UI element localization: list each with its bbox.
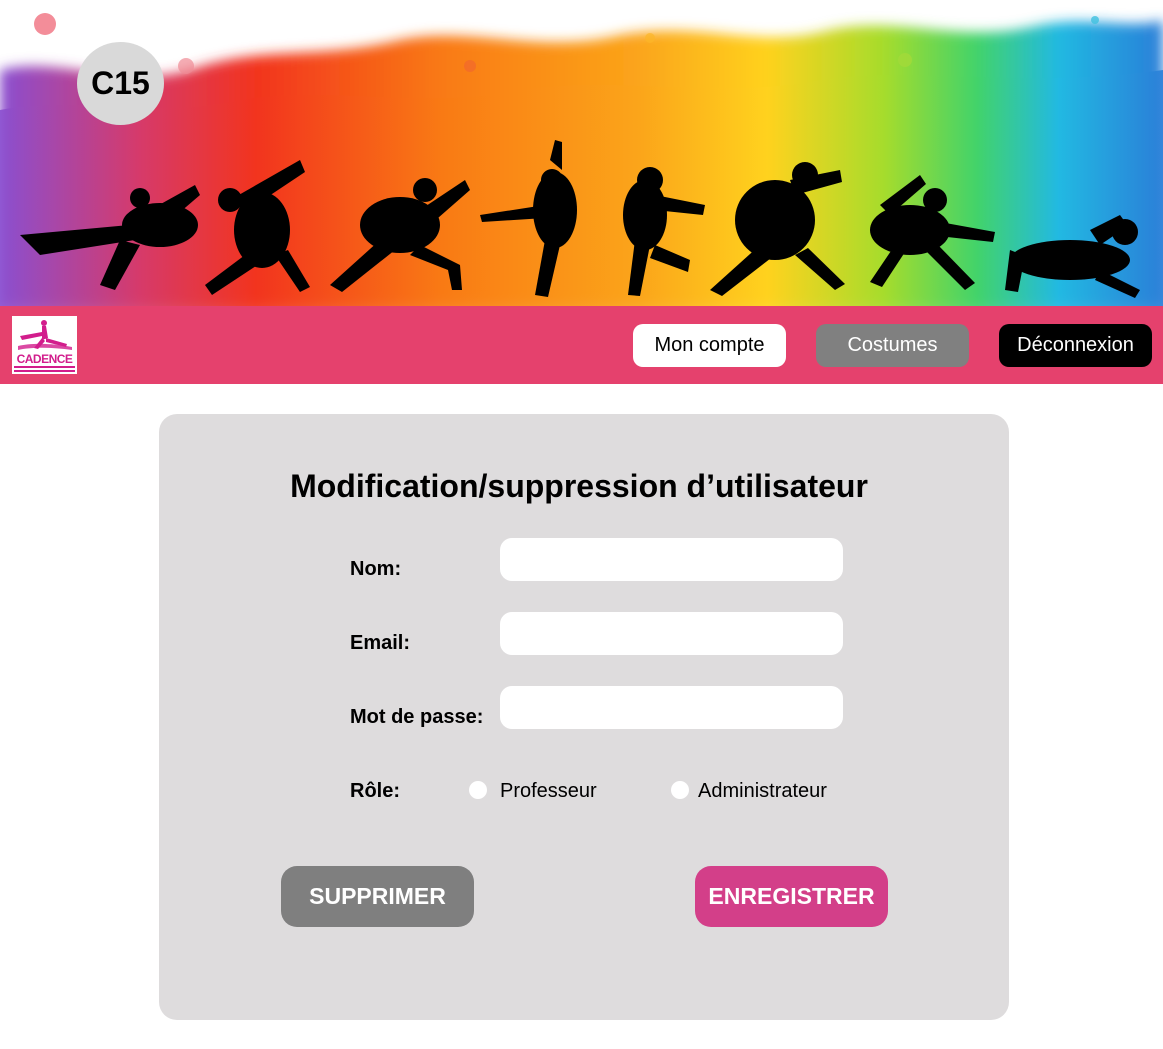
role-option-professeur[interactable]: Professeur — [500, 780, 597, 803]
password-field[interactable] — [500, 686, 843, 729]
role-option-administrateur[interactable]: Administrateur — [698, 780, 827, 803]
my-account-button[interactable]: Mon compte — [633, 324, 786, 367]
password-label: Mot de passe: — [350, 706, 484, 728]
header-banner: C15 — [0, 0, 1163, 306]
save-button[interactable]: ENREGISTRER — [695, 866, 888, 927]
logout-button[interactable]: Déconnexion — [999, 324, 1152, 367]
costumes-button[interactable]: Costumes — [816, 324, 969, 367]
name-field[interactable] — [500, 538, 843, 581]
role-radio-professeur[interactable] — [469, 781, 487, 799]
dancers-banner-image — [0, 13, 1163, 306]
cadence-logo[interactable]: CADENCE — [12, 316, 77, 374]
navigation-bar: CADENCE Mon compte Costumes Déconnexion — [0, 306, 1163, 384]
email-field[interactable] — [500, 612, 843, 655]
delete-button[interactable]: SUPPRIMER — [281, 866, 474, 927]
role-label: Rôle: — [350, 780, 400, 802]
name-label: Nom: — [350, 558, 402, 580]
form-title: Modification/suppression d’utilisateur — [290, 468, 868, 504]
email-label: Email: — [350, 632, 411, 654]
role-radio-administrateur[interactable] — [671, 781, 689, 799]
logo-text: CADENCE — [16, 352, 73, 366]
user-edit-form: Modification/suppression d’utilisateur N… — [159, 414, 1009, 1020]
page-id-badge: C15 — [77, 42, 164, 125]
